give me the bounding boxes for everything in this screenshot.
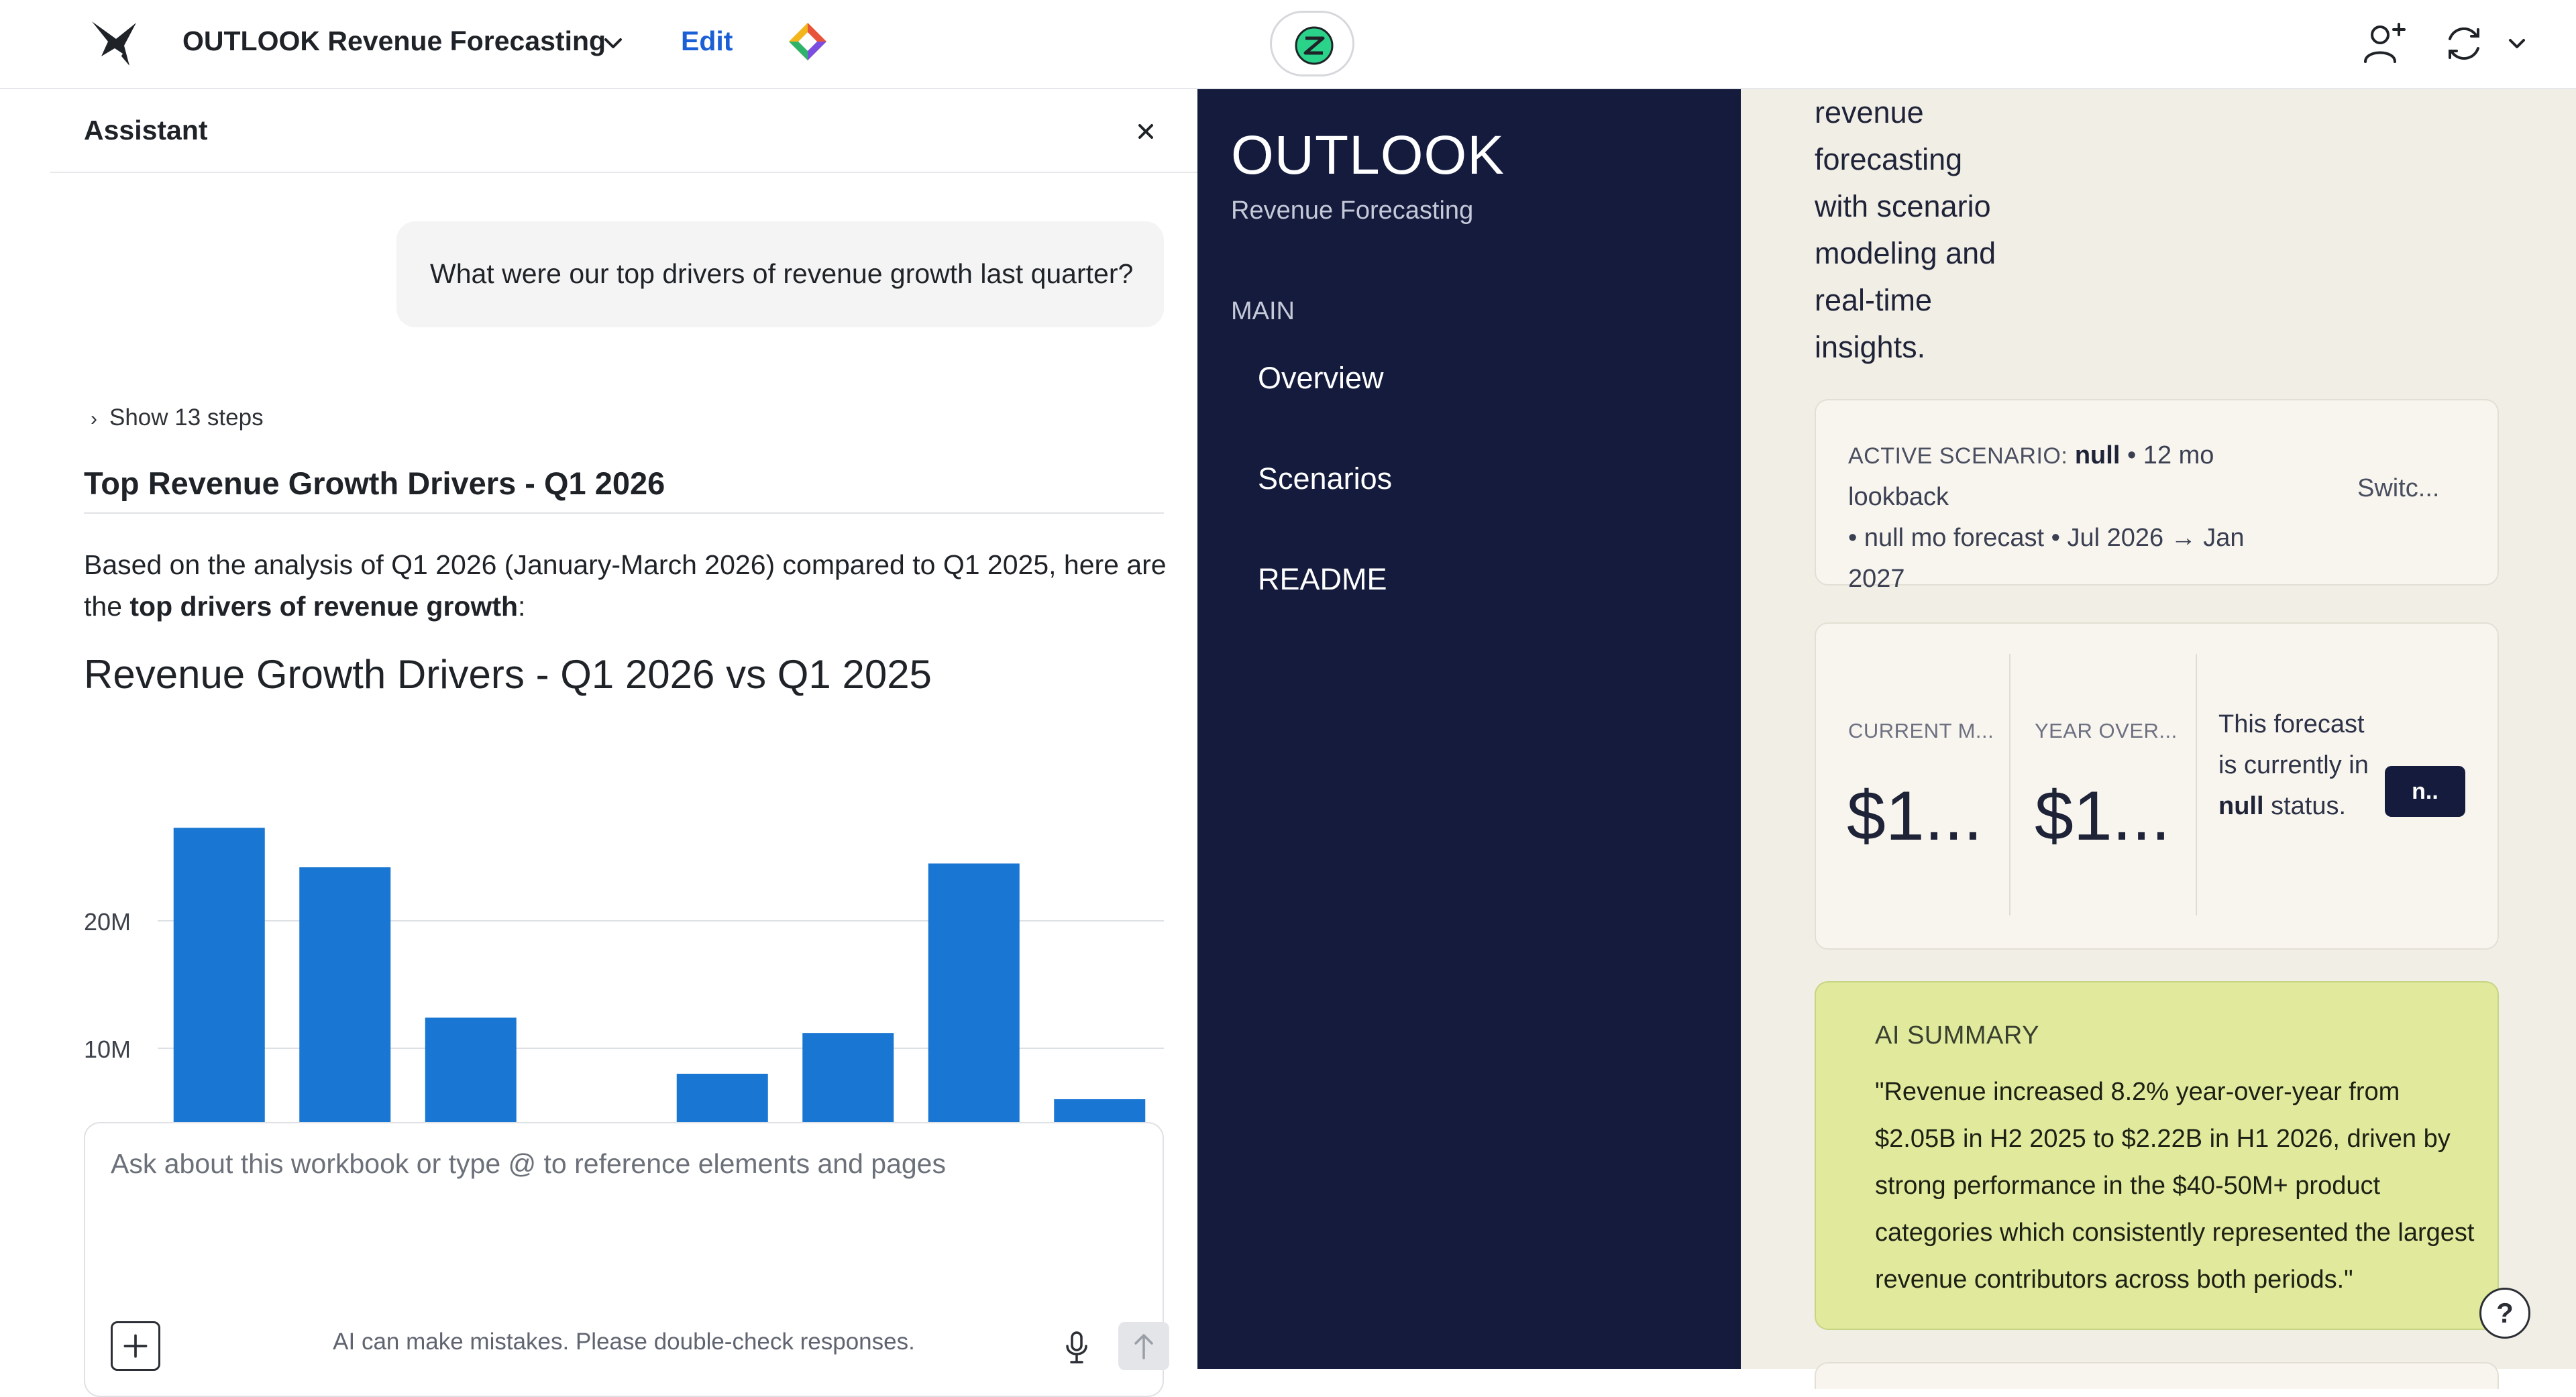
metric-divider xyxy=(2196,654,2197,915)
brand-title: OUTLOOK xyxy=(1231,125,1505,186)
next-card-edge xyxy=(1815,1362,2499,1389)
intro-line: modeling and xyxy=(1815,236,1996,270)
y-tick-label: 10M xyxy=(84,1036,131,1063)
response-heading: Top Revenue Growth Drivers - Q1 2026 xyxy=(84,465,1164,514)
nav-section-label: MAIN xyxy=(1231,297,1295,325)
show-steps-toggle[interactable]: › Show 13 steps xyxy=(91,404,264,431)
document-title[interactable]: OUTLOOK Revenue Forecasting xyxy=(182,25,606,57)
assistant-panel: Assistant What were our top drivers of r… xyxy=(50,89,1197,1397)
ai-summary-card: AI SUMMARY "Revenue increased 8.2% year-… xyxy=(1815,981,2499,1330)
metrics-card: CURRENT M... $1... YEAR OVER... $1... Th… xyxy=(1815,622,2499,950)
intro-line: insights. xyxy=(1815,330,1926,364)
nav-item-overview[interactable]: Overview xyxy=(1258,361,1384,396)
response-text-bold: top drivers of revenue growth xyxy=(129,591,519,622)
status-value: null xyxy=(2218,792,2264,820)
status-text-start: This forecast is currently in xyxy=(2218,710,2369,779)
chart-bar[interactable] xyxy=(1054,1099,1146,1122)
show-steps-label: Show 13 steps xyxy=(109,404,264,431)
top-bar: OUTLOOK Revenue Forecasting Edit xyxy=(0,0,2576,89)
brand-badge-icon xyxy=(1295,26,1334,65)
status-text-end: status. xyxy=(2263,792,2347,820)
left-gutter xyxy=(0,89,50,1369)
switch-scenario-link[interactable]: Switc... xyxy=(2357,474,2439,503)
assistant-header: Assistant xyxy=(50,89,1197,173)
ai-disclaimer: AI can make mistakes. Please double-chec… xyxy=(333,1329,915,1355)
yoy-metric-label: YEAR OVER... xyxy=(2035,719,2178,742)
ai-summary-label: AI SUMMARY xyxy=(1875,1021,2040,1050)
hummingbird-logo-icon[interactable] xyxy=(89,19,143,67)
scenario-forecast-range: • null mo forecast • Jul 2026 → Jan xyxy=(1848,524,2245,552)
chevron-down-icon[interactable] xyxy=(2507,36,2527,51)
active-scenario-card: ACTIVE SCENARIO: null • 12 mo lookback •… xyxy=(1815,399,2499,593)
close-icon[interactable] xyxy=(1130,116,1161,147)
forecast-status-text: This forecast is currently in null statu… xyxy=(2218,704,2379,827)
chart-bar[interactable] xyxy=(299,867,391,1122)
dashboard-content: revenue forecasting with scenario modeli… xyxy=(1741,89,2576,1389)
intro-line: forecasting xyxy=(1815,142,1963,176)
active-scenario-label: ACTIVE SCENARIO: xyxy=(1848,443,2068,469)
chat-input[interactable] xyxy=(109,1148,1116,1180)
intro-text: revenue forecasting with scenario modeli… xyxy=(1815,89,1996,371)
brand-subtitle: Revenue Forecasting xyxy=(1231,197,1474,225)
assistant-title: Assistant xyxy=(84,115,208,146)
chart-bar[interactable] xyxy=(928,863,1020,1123)
chat-composer xyxy=(84,1122,1169,1397)
intro-line: revenue xyxy=(1815,95,1924,129)
app-switcher-button[interactable] xyxy=(1270,11,1354,76)
user-message-text: What were our top drivers of revenue gro… xyxy=(430,258,1134,289)
yoy-metric-value: $1... xyxy=(2035,777,2171,855)
dashboard-sidebar: OUTLOOK Revenue Forecasting MAIN Overvie… xyxy=(1197,89,1741,1369)
chart-bar[interactable] xyxy=(802,1033,894,1122)
help-button[interactable]: ? xyxy=(2479,1288,2530,1339)
edit-button[interactable]: Edit xyxy=(681,25,733,57)
y-tick-label: 20M xyxy=(84,908,131,936)
chart-bar[interactable] xyxy=(173,828,265,1122)
chart-title: Revenue Growth Drivers - Q1 2026 vs Q1 2… xyxy=(84,652,932,697)
question-mark-icon: ? xyxy=(2496,1297,2514,1329)
ai-gem-icon[interactable] xyxy=(786,20,829,63)
response-text-end: : xyxy=(518,591,526,622)
revenue-growth-bar-chart: 10M 20M xyxy=(84,828,1164,1123)
sync-icon[interactable] xyxy=(2442,21,2486,66)
chart-bar[interactable] xyxy=(676,1074,768,1122)
chevron-down-icon[interactable] xyxy=(602,35,625,52)
chart-bar[interactable] xyxy=(425,1017,517,1122)
status-action-button[interactable]: n.. xyxy=(2385,766,2465,817)
scenario-forecast-end: 2027 xyxy=(1848,565,1905,593)
current-metric-value: $1... xyxy=(1847,777,1983,855)
nav-item-readme[interactable]: README xyxy=(1258,562,1387,597)
response-paragraph: Based on the analysis of Q1 2026 (Januar… xyxy=(84,544,1171,627)
add-user-icon[interactable] xyxy=(2361,20,2408,67)
chevron-right-icon: › xyxy=(91,408,97,430)
metric-divider xyxy=(2009,654,2010,915)
ai-summary-text: "Revenue increased 8.2% year-over-year f… xyxy=(1875,1078,2475,1294)
current-metric-label: CURRENT M... xyxy=(1848,719,1994,742)
intro-line: real-time xyxy=(1815,283,1933,317)
user-message: What were our top drivers of revenue gro… xyxy=(396,221,1164,327)
nav-item-scenarios[interactable]: Scenarios xyxy=(1258,461,1392,496)
active-scenario-details: ACTIVE SCENARIO: null • 12 mo lookback •… xyxy=(1848,435,2318,600)
intro-line: with scenario xyxy=(1815,189,1991,223)
active-scenario-name: null xyxy=(2074,441,2121,469)
